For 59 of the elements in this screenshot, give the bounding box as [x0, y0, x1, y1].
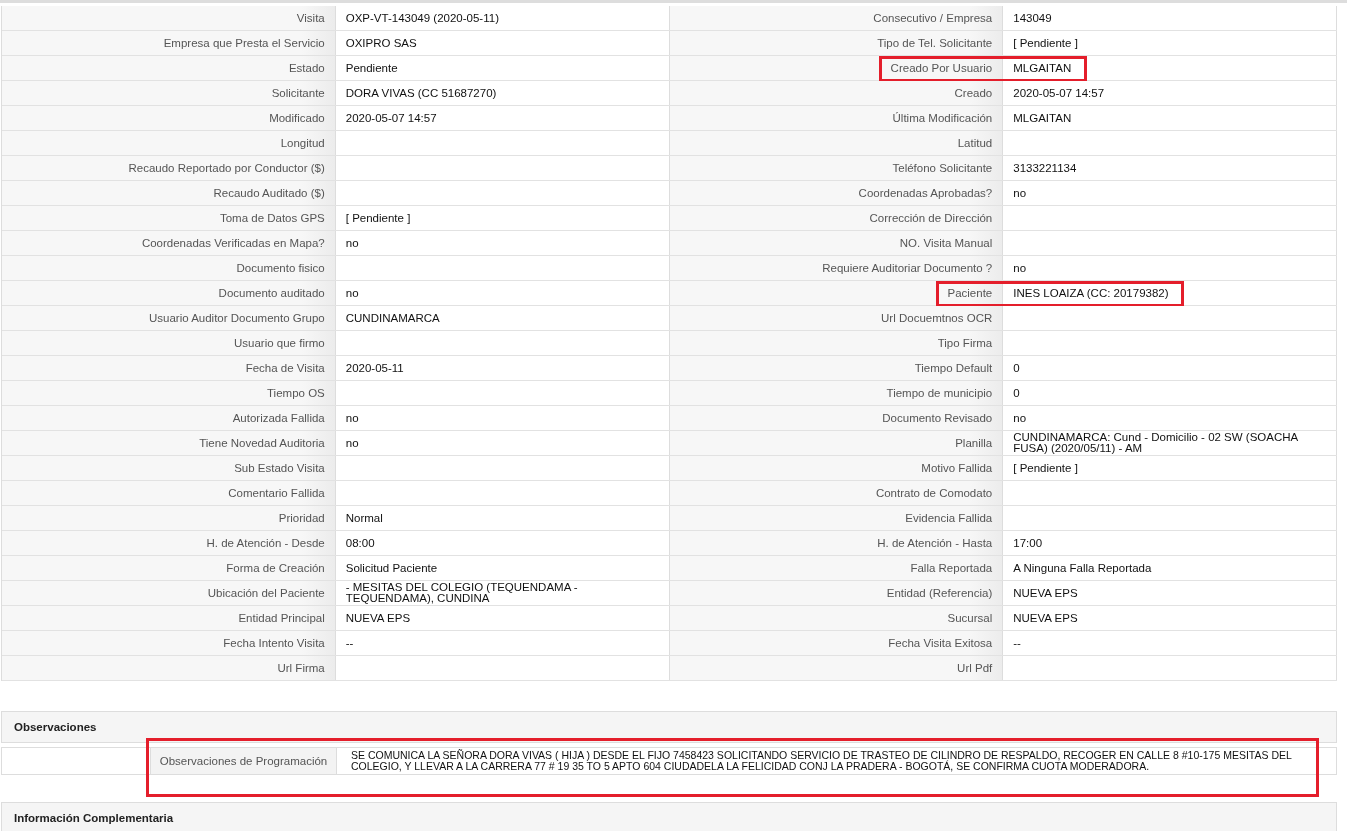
field-label-cell: Creado Por Usuario	[669, 56, 1004, 80]
field-label-cell: Tipo de Tel. Solicitante	[669, 31, 1004, 55]
section-header: Información Complementaria	[13, 811, 174, 825]
field-label-cell: Url Docuemtnos OCR	[669, 306, 1004, 330]
field-label-cell: Url Pdf	[669, 656, 1004, 680]
section-header: Observaciones	[13, 721, 97, 733]
field-label-cell: Coordenadas Verificadas en Mapa?	[2, 231, 336, 255]
field-label-cell: Última Modificación	[669, 106, 1004, 130]
field-label-cell: Tiempo de municipio	[669, 381, 1004, 405]
field-label-cell: Usuario que firmo	[2, 331, 336, 355]
field-label-cell: Corrección de Dirección	[669, 206, 1004, 230]
field-label-cell: Fecha de Visita	[2, 356, 336, 380]
field-label-cell: Consecutivo / Empresa	[669, 6, 1004, 30]
field-label-cell: Modificado	[2, 106, 336, 130]
field-label-cell: Comentario Fallida	[2, 481, 336, 505]
field-label-cell: H. de Atención - Desde	[2, 531, 336, 555]
field-label-cell: Motivo Fallida	[669, 456, 1004, 480]
field-label-cell: Entidad (Referencia)	[669, 581, 1004, 605]
field-label-cell: Usuario Auditor Documento Grupo	[2, 306, 336, 330]
field-label-cell: Paciente	[669, 281, 1004, 305]
field-label-cell: Evidencia Fallida	[669, 506, 1004, 530]
field-label-cell: Falla Reportada	[669, 556, 1004, 580]
field-label-cell: Planilla	[669, 431, 1004, 455]
field-label-cell: Toma de Datos GPS	[2, 206, 336, 230]
field-label-cell: Recaudo Auditado ($)	[2, 181, 336, 205]
field-label-cell: Tiempo Default	[669, 356, 1004, 380]
field-label-cell: Coordenadas Aprobadas?	[669, 181, 1004, 205]
field-label-cell: Creado	[669, 81, 1004, 105]
field-label-cell: Tiene Novedad Auditoria	[2, 431, 336, 455]
field-label-cell: Documento fisico	[2, 256, 336, 280]
field-label-cell: Requiere Auditoriar Documento ?	[669, 256, 1004, 280]
field-label-cell: Contrato de Comodato	[669, 481, 1004, 505]
field-value-cell-text: SE COMUNICA LA SEÑORA DORA VIVAS ( HIJA ) DESDE EL FIJO 7458423 SOLICITANDO SERVICIO DE TRASTEO DE CILINDRO DE RESPALDO, RECOGER EN CALLE 8 #10-175 MESITAS DEL COLEGIO, Y LLEVAR A LA CARRERA 77 # 19 35 TO 5 APTO 604 CIUDADELA LA FELICIDAD CONJ LA PRADERA - BOGOTÁ, SE CONFIRMA CUOTA MODERADORA.	[350, 748, 1293, 774]
field-label-cell: Teléfono Solicitante	[669, 156, 1004, 180]
field-value-cell: 2020-05-07 14:57	[1003, 81, 1337, 105]
field-label-cell: Prioridad	[2, 506, 336, 530]
field-label-cell: Recaudo Reportado por Conductor ($)	[2, 156, 336, 180]
field-label-cell: Longitud	[2, 131, 336, 155]
field-label-cell: Observaciones de Programación	[150, 748, 337, 774]
field-label-cell: Fecha Intento Visita	[2, 631, 336, 655]
field-label-cell: Sucursal	[669, 606, 1004, 630]
field-label-cell: Visita	[2, 6, 336, 30]
field-label-cell: Ubicación del Paciente	[2, 581, 336, 605]
field-label-cell: Forma de Creación	[2, 556, 336, 580]
field-label-cell: Tiempo OS	[2, 381, 336, 405]
field-label-cell: Autorizada Fallida	[2, 406, 336, 430]
field-label-cell: Documento auditado	[2, 281, 336, 305]
field-label-cell: Empresa que Presta el Servicio	[2, 31, 336, 55]
field-label-cell: Latitud	[669, 131, 1004, 155]
field-label-cell: Url Firma	[2, 656, 336, 680]
field-label-cell: Documento Revisado	[669, 406, 1004, 430]
field-label-cell: Entidad Principal	[2, 606, 336, 630]
field-label-cell: Fecha Visita Exitosa	[669, 631, 1004, 655]
field-label-cell: Tipo Firma	[669, 331, 1004, 355]
field-label-cell: Sub Estado Visita	[2, 456, 336, 480]
field-label-cell: H. de Atención - Hasta	[669, 531, 1004, 555]
field-label-cell: NO. Visita Manual	[669, 231, 1004, 255]
field-label-cell: Estado	[2, 56, 336, 80]
field-label-cell: Solicitante	[2, 81, 336, 105]
